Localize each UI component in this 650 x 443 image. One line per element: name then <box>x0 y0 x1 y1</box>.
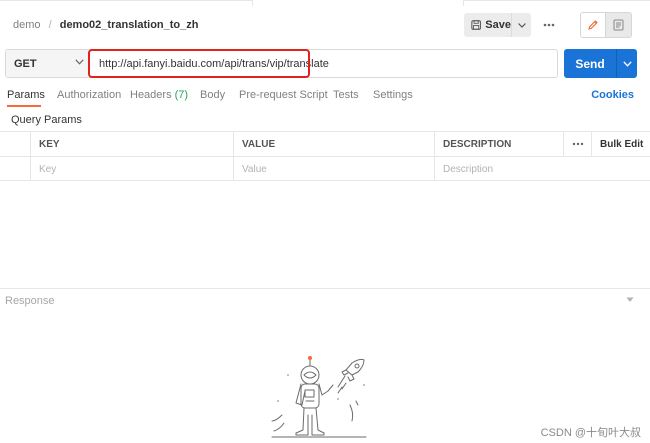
column-header-description: DESCRIPTION <box>434 132 563 156</box>
save-button-group: Save <box>464 13 531 37</box>
pencil-icon <box>588 20 598 30</box>
document-icon <box>613 19 624 31</box>
request-header: demo / demo02_translation_to_zh Save <box>0 6 650 44</box>
breadcrumb-collection[interactable]: demo <box>13 19 41 31</box>
query-params-title: Query Params <box>11 114 82 126</box>
method-label: GET <box>14 57 37 70</box>
send-button-group: Send <box>564 49 637 78</box>
row-handle <box>0 157 30 181</box>
cookies-link[interactable]: Cookies <box>591 89 634 101</box>
column-header-key: KEY <box>30 132 233 156</box>
tab-params[interactable]: Params <box>7 89 45 101</box>
breadcrumb-separator: / <box>48 19 52 31</box>
request-tabs: Params Authorization Headers (7) Body Pr… <box>0 87 650 107</box>
tab-strip-border <box>464 0 650 1</box>
save-icon <box>471 20 481 30</box>
param-description-input[interactable]: Description <box>434 157 650 181</box>
headers-count-badge: (7) <box>174 89 189 101</box>
save-options-dropdown[interactable] <box>511 13 531 37</box>
more-actions-icon[interactable] <box>541 17 557 33</box>
response-divider[interactable] <box>0 288 650 289</box>
edit-mode-button[interactable] <box>581 13 606 37</box>
tab-headers[interactable]: Headers (7) <box>130 89 188 101</box>
tab-headers-label: Headers <box>130 89 172 101</box>
tab-authorization[interactable]: Authorization <box>57 89 121 101</box>
view-toggle <box>580 12 632 38</box>
send-button[interactable]: Send <box>564 49 616 78</box>
method-select[interactable]: GET <box>6 50 90 77</box>
table-row: Key Value Description <box>0 156 650 181</box>
url-bar: GET <box>5 49 558 78</box>
breadcrumb: demo / demo02_translation_to_zh <box>13 19 198 31</box>
table-header-row: KEY VALUE DESCRIPTION Bulk Edit <box>0 131 650 156</box>
active-tab-indicator <box>7 105 41 107</box>
response-title: Response <box>5 295 55 307</box>
watermark-text: CSDN @十旬叶大叔 <box>540 427 641 439</box>
row-handle-column <box>0 132 30 156</box>
chevron-down-icon <box>622 60 632 67</box>
breadcrumb-request-name[interactable]: demo02_translation_to_zh <box>60 19 199 31</box>
collapse-response-icon[interactable] <box>626 297 634 303</box>
param-key-input[interactable]: Key <box>30 157 233 181</box>
chevron-down-icon <box>517 22 526 28</box>
tab-pre-request-script[interactable]: Pre-request Script <box>239 89 328 101</box>
save-label: Save <box>485 19 511 31</box>
tab-body[interactable]: Body <box>200 89 225 101</box>
column-options-icon[interactable] <box>563 132 591 156</box>
chevron-down-icon <box>75 59 84 65</box>
bulk-edit-button[interactable]: Bulk Edit <box>591 132 650 156</box>
documentation-mode-button[interactable] <box>606 13 631 37</box>
url-input[interactable] <box>99 56 549 72</box>
save-button[interactable]: Save <box>464 13 511 37</box>
antenna-light-icon <box>308 356 312 360</box>
tab-settings[interactable]: Settings <box>373 89 413 101</box>
tab-tests[interactable]: Tests <box>333 89 359 101</box>
query-params-table: KEY VALUE DESCRIPTION Bulk Edit Key Valu… <box>0 131 650 181</box>
param-value-input[interactable]: Value <box>233 157 434 181</box>
send-options-dropdown[interactable] <box>616 49 637 78</box>
tab-strip-border <box>0 0 252 1</box>
column-header-value: VALUE <box>233 132 434 156</box>
astronaut-illustration <box>271 356 367 438</box>
